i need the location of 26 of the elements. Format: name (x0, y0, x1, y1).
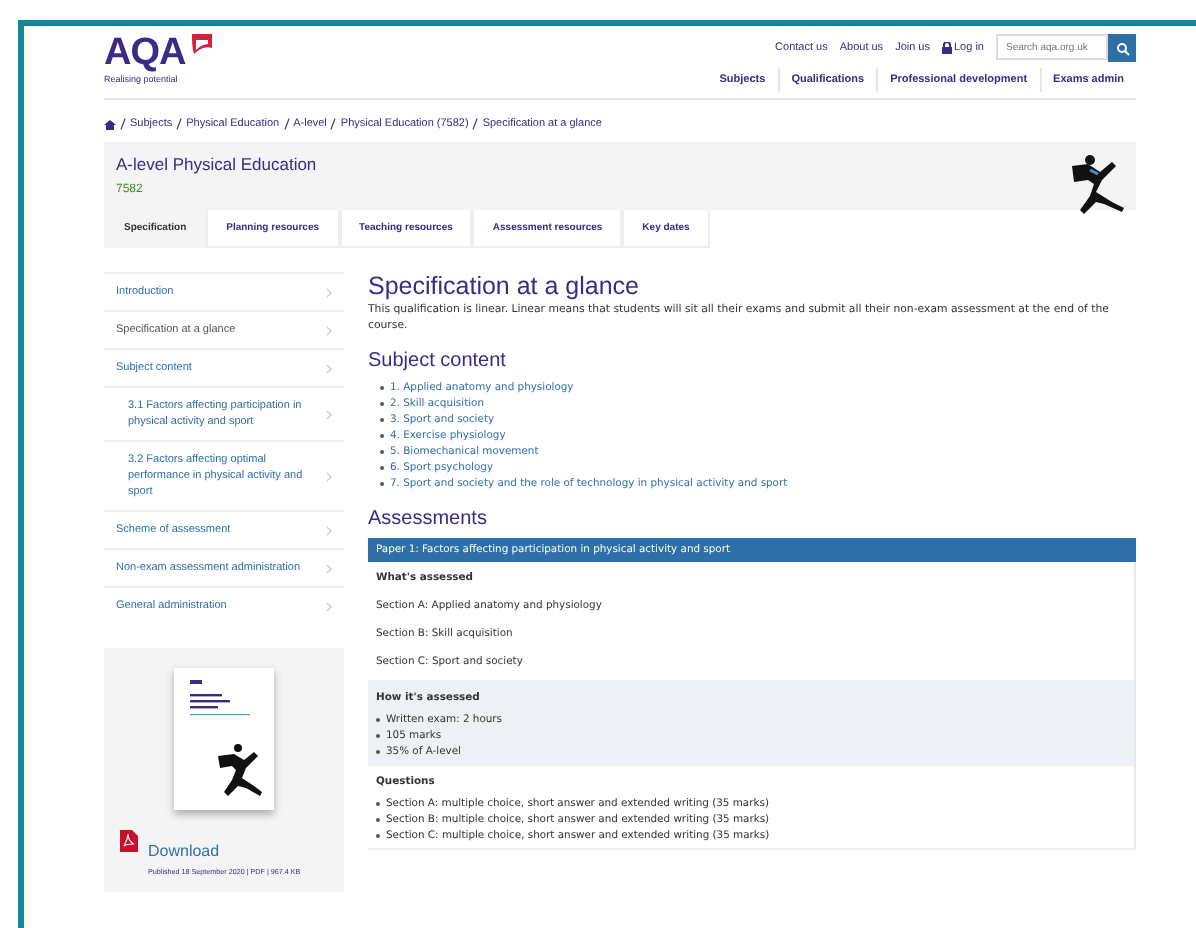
section-heading: Subject content (368, 350, 508, 372)
chevron-icon (326, 363, 332, 373)
search-icon (1115, 41, 1129, 55)
slash-icon (472, 118, 479, 130)
logo-text[interactable]: AQA (104, 34, 186, 74)
download-link[interactable]: Download (148, 842, 220, 860)
page-title: Specification at a glance (368, 272, 642, 300)
lock-icon (942, 42, 952, 54)
logo-flag-icon (187, 34, 212, 54)
chevron-icon (326, 601, 332, 611)
course-title: A-level Physical Education (116, 154, 317, 174)
section-heading: Assessments (368, 508, 489, 530)
chevron-icon (326, 563, 332, 573)
home-icon[interactable] (104, 119, 116, 129)
slash-icon (330, 118, 337, 130)
slash-icon (176, 118, 183, 130)
chevron-icon (326, 409, 332, 419)
chevron-icon (326, 287, 332, 297)
chevron-icon (326, 525, 332, 535)
search-button[interactable] (1108, 34, 1136, 62)
chevron-icon (326, 471, 332, 481)
chevron-icon (326, 325, 332, 335)
slash-icon (120, 118, 126, 130)
document-cover-drawing (174, 668, 274, 810)
pdf-icon (120, 830, 138, 852)
slash-icon (283, 118, 290, 130)
